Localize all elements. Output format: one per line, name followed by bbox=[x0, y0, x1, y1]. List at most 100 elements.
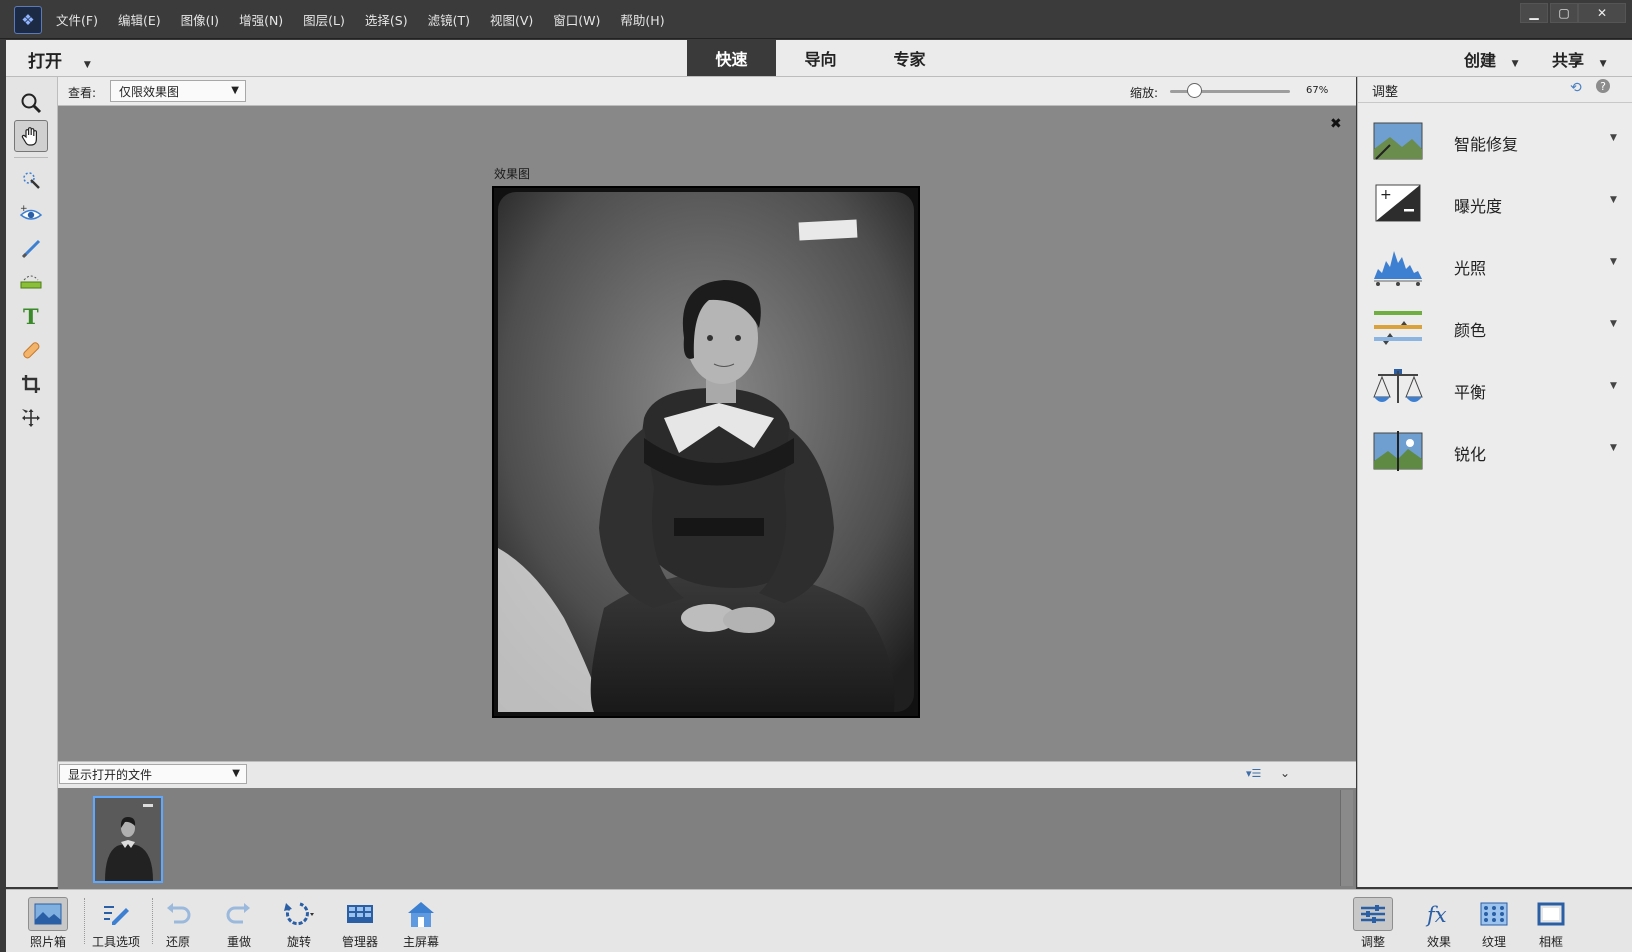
adjust-label: 曝光度 bbox=[1454, 197, 1503, 216]
adjust-exposure[interactable]: + 曝光度 ▼ bbox=[1358, 173, 1632, 235]
effects-button[interactable]: fx 效果 bbox=[1409, 892, 1469, 950]
spot-healing-tool-icon[interactable] bbox=[14, 334, 48, 366]
bottom-label: 纹理 bbox=[1481, 935, 1506, 949]
rotate-icon bbox=[284, 902, 314, 926]
adjust-smart-fix[interactable]: 智能修复 ▼ bbox=[1358, 111, 1632, 173]
tool-options-icon bbox=[104, 906, 129, 925]
frame-icon bbox=[1537, 902, 1565, 926]
bottom-label: 还原 bbox=[165, 935, 190, 949]
texture-icon bbox=[1480, 902, 1508, 926]
photo-thumbnail[interactable] bbox=[93, 796, 163, 883]
home-screen-button[interactable]: 主屏幕 bbox=[391, 892, 451, 950]
chevron-down-icon[interactable]: ▼ bbox=[84, 60, 91, 70]
undo-icon bbox=[167, 903, 191, 924]
chevron-down-icon: ▼ bbox=[232, 768, 240, 779]
document-photo[interactable] bbox=[492, 186, 920, 718]
balance-icon bbox=[1373, 369, 1423, 403]
tool-options-button[interactable]: 工具选项 bbox=[86, 892, 146, 950]
adjust-label: 平衡 bbox=[1454, 383, 1487, 402]
chevron-down-icon: ▼ bbox=[1610, 443, 1617, 453]
tab-guided[interactable]: 导向 bbox=[776, 40, 865, 76]
svg-text:+: + bbox=[20, 204, 28, 214]
menu-layer[interactable]: 图层(L) bbox=[303, 10, 345, 29]
adjust-lighting[interactable]: 光照 ▼ bbox=[1358, 235, 1632, 297]
menu-edit[interactable]: 编辑(E) bbox=[118, 10, 161, 29]
organizer-icon bbox=[347, 905, 373, 923]
adjust-button[interactable]: 调整 bbox=[1343, 892, 1403, 950]
options-bar: 查看: 仅限效果图 ▼ 缩放: 67% bbox=[58, 77, 1356, 106]
open-label: 打开 bbox=[28, 52, 62, 72]
type-tool-icon[interactable]: T bbox=[14, 300, 48, 332]
view-label: 查看: bbox=[68, 86, 97, 100]
zoom-slider-thumb[interactable] bbox=[1186, 83, 1202, 98]
help-icon[interactable]: ? bbox=[1596, 79, 1610, 93]
canvas-area[interactable]: ✖ 效果图 bbox=[58, 106, 1356, 761]
bottom-label: 调整 bbox=[1360, 935, 1385, 949]
menu-filter[interactable]: 滤镜(T) bbox=[428, 10, 470, 29]
tab-expert[interactable]: 专家 bbox=[865, 40, 954, 76]
menu-file[interactable]: 文件(F) bbox=[56, 10, 98, 29]
adjust-color[interactable]: 颜色 ▼ bbox=[1358, 297, 1632, 359]
collapse-bin-icon[interactable]: ⌄ bbox=[1280, 766, 1290, 780]
redo-button[interactable]: 重做 bbox=[209, 892, 269, 950]
menu-bar: 文件(F) 编辑(E) 图像(I) 增强(N) 图层(L) 选择(S) 滤镜(T… bbox=[56, 10, 685, 29]
organizer-button[interactable]: 管理器 bbox=[330, 892, 390, 950]
crop-tool-icon[interactable] bbox=[14, 368, 48, 400]
tools-panel: + T bbox=[6, 77, 58, 887]
red-eye-tool-icon[interactable]: + bbox=[14, 198, 48, 230]
minimize-button[interactable]: ▁ bbox=[1520, 3, 1548, 23]
rotate-button[interactable]: 旋转 bbox=[269, 892, 329, 950]
bin-show-value: 显示打开的文件 bbox=[68, 767, 153, 782]
straighten-tool-icon[interactable] bbox=[14, 266, 48, 298]
mode-tabs: 快速 导向 专家 bbox=[687, 40, 954, 76]
menu-select[interactable]: 选择(S) bbox=[365, 10, 408, 29]
adjust-sharpen[interactable]: 锐化 ▼ bbox=[1358, 421, 1632, 483]
open-button[interactable]: 打开 ▼ bbox=[28, 47, 91, 72]
menu-image[interactable]: 图像(I) bbox=[181, 10, 219, 29]
view-select[interactable]: 仅限效果图 ▼ bbox=[110, 80, 246, 102]
tool-divider bbox=[14, 157, 48, 158]
undo-button[interactable]: 还原 bbox=[148, 892, 208, 950]
menu-view[interactable]: 视图(V) bbox=[490, 10, 533, 29]
photo-bin-button[interactable]: 照片箱 bbox=[18, 892, 78, 950]
adjust-balance[interactable]: 平衡 ▼ bbox=[1358, 359, 1632, 421]
menu-help[interactable]: 帮助(H) bbox=[620, 10, 664, 29]
smart-fix-icon bbox=[1373, 122, 1423, 160]
hand-tool-icon[interactable] bbox=[14, 120, 48, 152]
photo-bin-icon bbox=[34, 903, 62, 925]
menu-enhance[interactable]: 增强(N) bbox=[239, 10, 283, 29]
maximize-button[interactable]: ▢ bbox=[1550, 3, 1578, 23]
whiten-teeth-tool-icon[interactable] bbox=[14, 232, 48, 264]
create-button[interactable]: 创建 ▼ bbox=[1464, 47, 1519, 71]
texture-button[interactable]: 纹理 bbox=[1464, 892, 1524, 950]
chevron-down-icon: ▼ bbox=[1610, 257, 1617, 267]
reset-panel-icon[interactable]: ⟲ bbox=[1570, 80, 1582, 96]
bottom-label: 工具选项 bbox=[91, 935, 140, 949]
chevron-down-icon: ▼ bbox=[231, 85, 239, 96]
move-tool-icon[interactable] bbox=[14, 402, 48, 434]
chevron-down-icon: ▼ bbox=[1610, 195, 1617, 205]
adjust-label: 光照 bbox=[1454, 259, 1487, 278]
bottom-label: 效果 bbox=[1426, 935, 1451, 949]
zoom-tool-icon[interactable] bbox=[14, 87, 48, 119]
svg-text:+: + bbox=[1380, 187, 1392, 203]
adjust-label: 智能修复 bbox=[1454, 135, 1519, 154]
share-button[interactable]: 共享 ▼ bbox=[1552, 47, 1607, 71]
tab-quick[interactable]: 快速 bbox=[687, 40, 776, 76]
mode-bar: 打开 ▼ 快速 导向 专家 创建 ▼ 共享 ▼ bbox=[6, 40, 1632, 77]
quick-selection-tool-icon[interactable] bbox=[14, 164, 48, 196]
bin-menu-icon[interactable]: ▾☰ bbox=[1246, 767, 1261, 780]
share-label: 共享 bbox=[1552, 51, 1585, 70]
color-icon bbox=[1374, 311, 1422, 345]
title-bar: ❖ 文件(F) 编辑(E) 图像(I) 增强(N) 图层(L) 选择(S) 滤镜… bbox=[0, 0, 1632, 39]
close-window-button[interactable]: ✕ bbox=[1578, 3, 1626, 23]
bin-scrollbar[interactable] bbox=[1340, 790, 1353, 886]
zoom-label: 缩放: bbox=[1130, 86, 1159, 100]
view-select-value: 仅限效果图 bbox=[119, 84, 180, 99]
frame-button[interactable]: 相框 bbox=[1521, 892, 1581, 950]
bottom-label: 重做 bbox=[226, 935, 251, 949]
menu-window[interactable]: 窗口(W) bbox=[553, 10, 600, 29]
bottom-label: 主屏幕 bbox=[402, 935, 439, 949]
bin-show-select[interactable]: 显示打开的文件 ▼ bbox=[59, 764, 247, 784]
close-document-icon[interactable]: ✖ bbox=[1330, 116, 1342, 132]
